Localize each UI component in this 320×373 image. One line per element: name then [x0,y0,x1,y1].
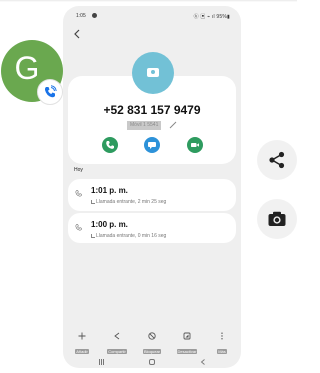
call-detail-text: Llamada entrante, 2 min 25 seg [96,199,167,205]
mute-label: Desactivar [176,349,198,354]
phone-call-icon [44,85,57,98]
section-title: Hoy [74,167,83,173]
navigation-bar [63,356,241,368]
call-time: 1:01 p. m. [91,186,128,195]
incoming-call-icon [91,233,95,238]
call-time: 1:00 p. m. [91,220,128,229]
more-label: Más [217,349,227,354]
more-button[interactable]: Más [205,332,239,354]
screen: 1:05 ⓑ ▣ ⌁ ıl 95%▮ +52 831 157 9479 Móvi… [0,0,297,373]
share-icon [114,332,120,340]
mute-icon [183,332,191,340]
share-label: Compartir [107,349,127,354]
contact-avatar[interactable] [132,52,174,94]
call-detail-text: Llamada entrante, 0 min 16 seg [96,233,167,239]
plus-icon [78,332,86,340]
call-detail: Llamada entrante, 0 min 16 seg [91,233,166,239]
home-icon[interactable] [149,359,155,365]
call-log-entry[interactable]: 1:01 p. m. Llamada entrante, 2 min 25 se… [68,179,236,211]
sim-label: Móvil 1 5541 [127,121,162,130]
call-button[interactable] [102,137,118,153]
status-indicators: ⓑ ▣ ⌁ ıl 95%▮ [193,14,230,20]
share-icon [269,151,285,169]
call-badge [37,79,63,105]
phone-icon [75,190,82,197]
bottom-action-bar: Añadir Compartir Bloquear Desactivar Más [63,332,241,354]
edit-pencil-icon[interactable] [169,121,177,129]
camera-icon [147,68,159,77]
block-label: Bloquear [142,349,161,354]
status-bar: 1:05 ⓑ ▣ ⌁ ıl 95%▮ [63,6,241,24]
status-time: 1:05 [76,13,86,19]
phone-icon [75,224,82,231]
incoming-call-icon [91,199,95,204]
notification-icon [92,13,97,18]
phone-icon [106,141,114,149]
camera-icon [268,211,286,226]
call-log-entry[interactable]: 1:00 p. m. Llamada entrante, 0 min 16 se… [68,213,236,243]
camera-button[interactable] [257,199,297,239]
phone-screen: 1:05 ⓑ ▣ ⌁ ıl 95%▮ +52 831 157 9479 Móvi… [63,6,241,368]
phone-number: +52 831 157 9479 [103,103,201,117]
back-icon[interactable] [200,359,206,365]
back-arrow-icon[interactable] [72,29,82,39]
block-button[interactable]: Bloquear [135,332,169,354]
more-icon [221,332,223,340]
message-button[interactable] [144,137,160,153]
video-icon [191,143,199,147]
share-button[interactable] [257,140,297,180]
top-divider [0,0,297,2]
block-icon [148,332,156,340]
add-button[interactable]: Añadir [65,332,99,354]
recent-apps-icon[interactable] [99,359,105,365]
share-button[interactable]: Compartir [100,332,134,354]
call-detail: Llamada entrante, 2 min 25 seg [91,199,166,205]
video-call-button[interactable] [187,137,203,153]
add-label: Añadir [75,349,89,354]
message-icon [148,142,156,149]
mute-button[interactable]: Desactivar [170,332,204,354]
